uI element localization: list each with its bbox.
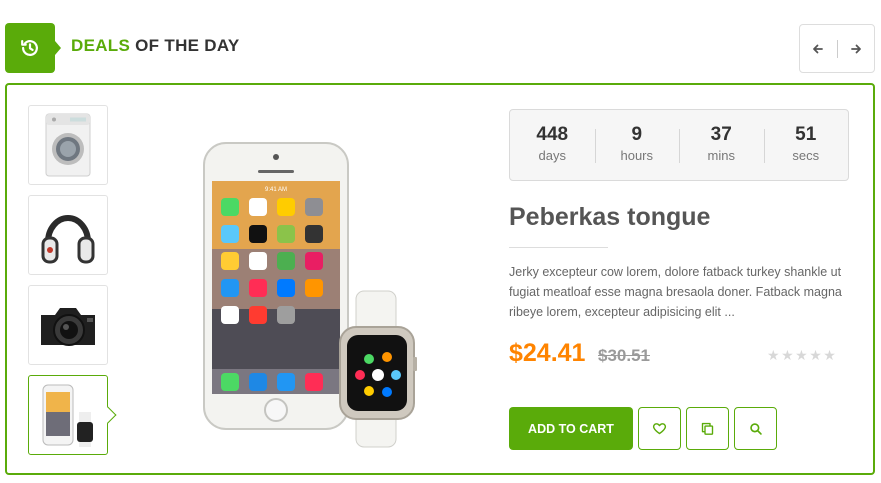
product-title[interactable]: Peberkas tongue: [509, 203, 710, 232]
history-icon: [5, 23, 61, 73]
star-icon: ★: [795, 347, 810, 363]
countdown-value: 37: [710, 124, 732, 145]
countdown-mins: 37 mins: [679, 110, 764, 180]
star-icon: ★: [809, 347, 824, 363]
next-button[interactable]: [838, 25, 875, 72]
arrow-left-icon: [813, 44, 824, 53]
section-title-rest: OF THE DAY: [135, 36, 240, 55]
prev-button[interactable]: [800, 25, 837, 72]
watch: [339, 290, 417, 448]
rating-stars: ★★★★★: [767, 347, 837, 364]
countdown-label: secs: [792, 148, 820, 163]
section-title-accent: DEALS: [71, 36, 131, 55]
wishlist-button[interactable]: [638, 407, 681, 450]
arrow-right-icon: [850, 44, 861, 53]
countdown-label: days: [538, 148, 566, 163]
countdown-timer: 448 days 9 hours 37 mins 51 secs: [509, 109, 849, 181]
product-description: Jerky excepteur cow lorem, dolore fatbac…: [509, 265, 842, 319]
star-icon: ★: [767, 347, 782, 363]
countdown-value: 448: [536, 124, 569, 145]
star-icon: ★: [781, 347, 796, 363]
deal-panel: 9:41 AM 448 days 9 hours 37 mins 51 secs…: [5, 83, 875, 475]
thumbnail-washing-machine[interactable]: [28, 105, 108, 185]
thumbnail-camera[interactable]: [28, 285, 108, 365]
countdown-value: 9: [631, 124, 643, 145]
headphones-image: [41, 215, 95, 264]
add-to-cart-button[interactable]: ADD TO CART: [509, 407, 633, 450]
countdown-value: 51: [795, 124, 817, 145]
product-old-price: $30.51: [598, 346, 650, 365]
countdown-label: mins: [707, 148, 735, 163]
phone-status-time: 9:41 AM: [265, 187, 287, 193]
camera-image: [41, 308, 95, 346]
compare-button[interactable]: [686, 407, 729, 450]
quick-view-button[interactable]: [734, 407, 777, 450]
product-price: $24.41: [509, 339, 586, 367]
search-icon: [749, 422, 762, 435]
section-header: DEALS OF THE DAY: [0, 0, 881, 80]
star-icon: ★: [823, 347, 838, 363]
phone-watch-image: [42, 384, 93, 447]
main-product-image: 9:41 AM: [203, 142, 417, 448]
thumbnail-phone-watch[interactable]: [28, 375, 108, 455]
countdown-secs: 51 secs: [763, 110, 849, 180]
thumbnail-headphones[interactable]: [28, 195, 108, 275]
countdown-days: 448 days: [510, 110, 595, 180]
copy-icon: [701, 422, 714, 435]
countdown-label: hours: [620, 148, 654, 163]
washing-machine-image: [45, 113, 91, 177]
section-title: DEALS OF THE DAY: [71, 36, 240, 56]
slider-nav: [799, 24, 875, 73]
heart-icon: [652, 423, 667, 435]
title-divider: [509, 247, 608, 248]
countdown-hours: 9 hours: [594, 110, 680, 180]
